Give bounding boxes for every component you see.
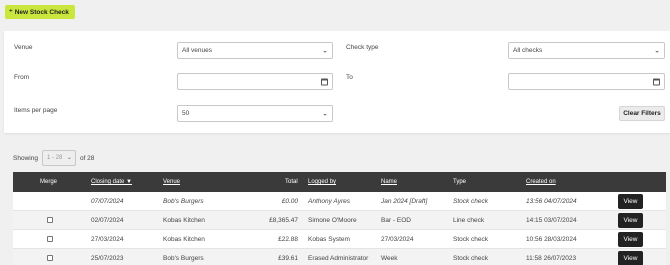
new-stock-check-button[interactable]: ⁺ New Stock Check	[5, 5, 75, 19]
header-name[interactable]: Name	[381, 172, 397, 192]
cell-type: Stock check	[453, 236, 489, 243]
check-type-label: Check type	[346, 44, 379, 51]
table-row: 27/03/2024 Kobas Kitchen £22.88 Kobas Sy…	[13, 230, 666, 249]
cell-type: Stock check	[453, 198, 489, 205]
clear-filters-button[interactable]: Clear Filters	[619, 106, 665, 121]
chevron-down-icon: ⌄	[322, 47, 328, 55]
stock-checks-table: Merge Closing date ▼ Venue Total Logged …	[13, 172, 666, 265]
header-total: Total	[285, 179, 298, 185]
chevron-down-icon: ⌄	[654, 47, 660, 55]
cell-total: £8,365.47	[269, 217, 298, 224]
cell-name: Jan 2024 [Draft]	[381, 198, 428, 205]
chevron-down-icon: ⌄	[322, 110, 328, 118]
table-row: 25/07/2023 Bob's Burgers £39.61 Erased A…	[13, 249, 666, 265]
page-range-value: 1 - 28	[46, 155, 63, 161]
table-header: Merge Closing date ▼ Venue Total Logged …	[13, 172, 666, 192]
cell-total: £0.00	[281, 198, 298, 205]
check-type-select-value: All checks	[513, 47, 543, 54]
cell-created-on: 11:58 26/07/2023	[526, 255, 577, 262]
pagination-bar: Showing 1 - 28 ⌄ of 28	[13, 150, 94, 166]
to-date-input[interactable]	[508, 73, 665, 90]
venue-select-value: All venues	[182, 47, 212, 54]
cell-type: Line check	[453, 217, 485, 224]
page-range-select[interactable]: 1 - 28 ⌄	[41, 150, 76, 166]
cell-closing-date: 07/07/2024	[91, 198, 124, 205]
new-stock-check-label: New Stock Check	[14, 8, 69, 16]
chevron-down-icon: ⌄	[66, 155, 72, 162]
calendar-icon[interactable]	[653, 78, 660, 85]
view-button[interactable]: View	[618, 232, 643, 247]
cell-closing-date: 25/07/2023	[91, 255, 124, 262]
from-label: From	[14, 74, 30, 81]
check-type-select[interactable]: All checks ⌄	[508, 42, 665, 59]
total-count-label: of 28	[79, 154, 95, 162]
items-per-page-label: Items per page	[14, 107, 58, 114]
cell-name: Bar - EOD	[381, 217, 411, 224]
calendar-icon[interactable]	[321, 78, 328, 85]
view-button[interactable]: View	[618, 213, 643, 228]
cell-type: Stock check	[453, 255, 489, 262]
items-per-page-select[interactable]: 50 ⌄	[177, 105, 333, 122]
cell-logged-by: Kobas System	[308, 236, 350, 243]
header-type: Type	[453, 179, 467, 185]
cell-created-on: 14:15 03/07/2024	[526, 217, 577, 224]
cell-closing-date: 02/07/2024	[91, 217, 124, 224]
merge-checkbox[interactable]	[47, 217, 53, 223]
merge-checkbox[interactable]	[47, 255, 53, 261]
table-row: 02/07/2024 Kobas Kitchen £8,365.47 Simon…	[13, 211, 666, 230]
header-logged-by[interactable]: Logged by	[308, 172, 336, 192]
items-per-page-value: 50	[182, 110, 190, 117]
cell-total: £39.61	[278, 255, 298, 262]
view-button[interactable]: View	[618, 251, 643, 265]
merge-checkbox[interactable]	[47, 236, 53, 242]
cell-logged-by: Simone O'Moore	[308, 217, 357, 224]
cell-venue: Bob's Burgers	[163, 198, 204, 205]
venue-select[interactable]: All venues ⌄	[177, 42, 333, 59]
header-created-on[interactable]: Created on	[526, 172, 556, 192]
cell-venue: Kobas Kitchen	[163, 217, 205, 224]
cell-closing-date: 27/03/2024	[91, 236, 124, 243]
cell-venue: Bob's Burgers	[163, 255, 204, 262]
cell-name: 27/03/2024	[381, 236, 414, 243]
from-date-input[interactable]	[177, 73, 333, 90]
cell-created-on: 13:56 04/07/2024	[526, 198, 577, 205]
cell-venue: Kobas Kitchen	[163, 236, 205, 243]
table-row: 07/07/2024 Bob's Burgers £0.00 Anthony A…	[13, 192, 666, 211]
cell-name: Week	[381, 255, 398, 262]
view-button[interactable]: View	[618, 194, 643, 209]
cell-created-on: 10:56 28/03/2024	[526, 236, 577, 243]
plus-icon: ⁺	[9, 8, 13, 16]
cell-logged-by: Anthony Ayres	[308, 198, 350, 205]
cell-logged-by: Erased Administrator	[308, 255, 369, 262]
venue-label: Venue	[14, 44, 33, 51]
header-closing-date[interactable]: Closing date ▼	[91, 172, 132, 192]
showing-label: Showing	[13, 154, 38, 162]
cell-total: £22.88	[278, 236, 298, 243]
filter-panel: Venue All venues ⌄ Check type All checks…	[4, 31, 670, 133]
header-merge: Merge	[40, 179, 58, 185]
to-label: To	[346, 74, 353, 81]
header-venue[interactable]: Venue	[163, 172, 180, 192]
